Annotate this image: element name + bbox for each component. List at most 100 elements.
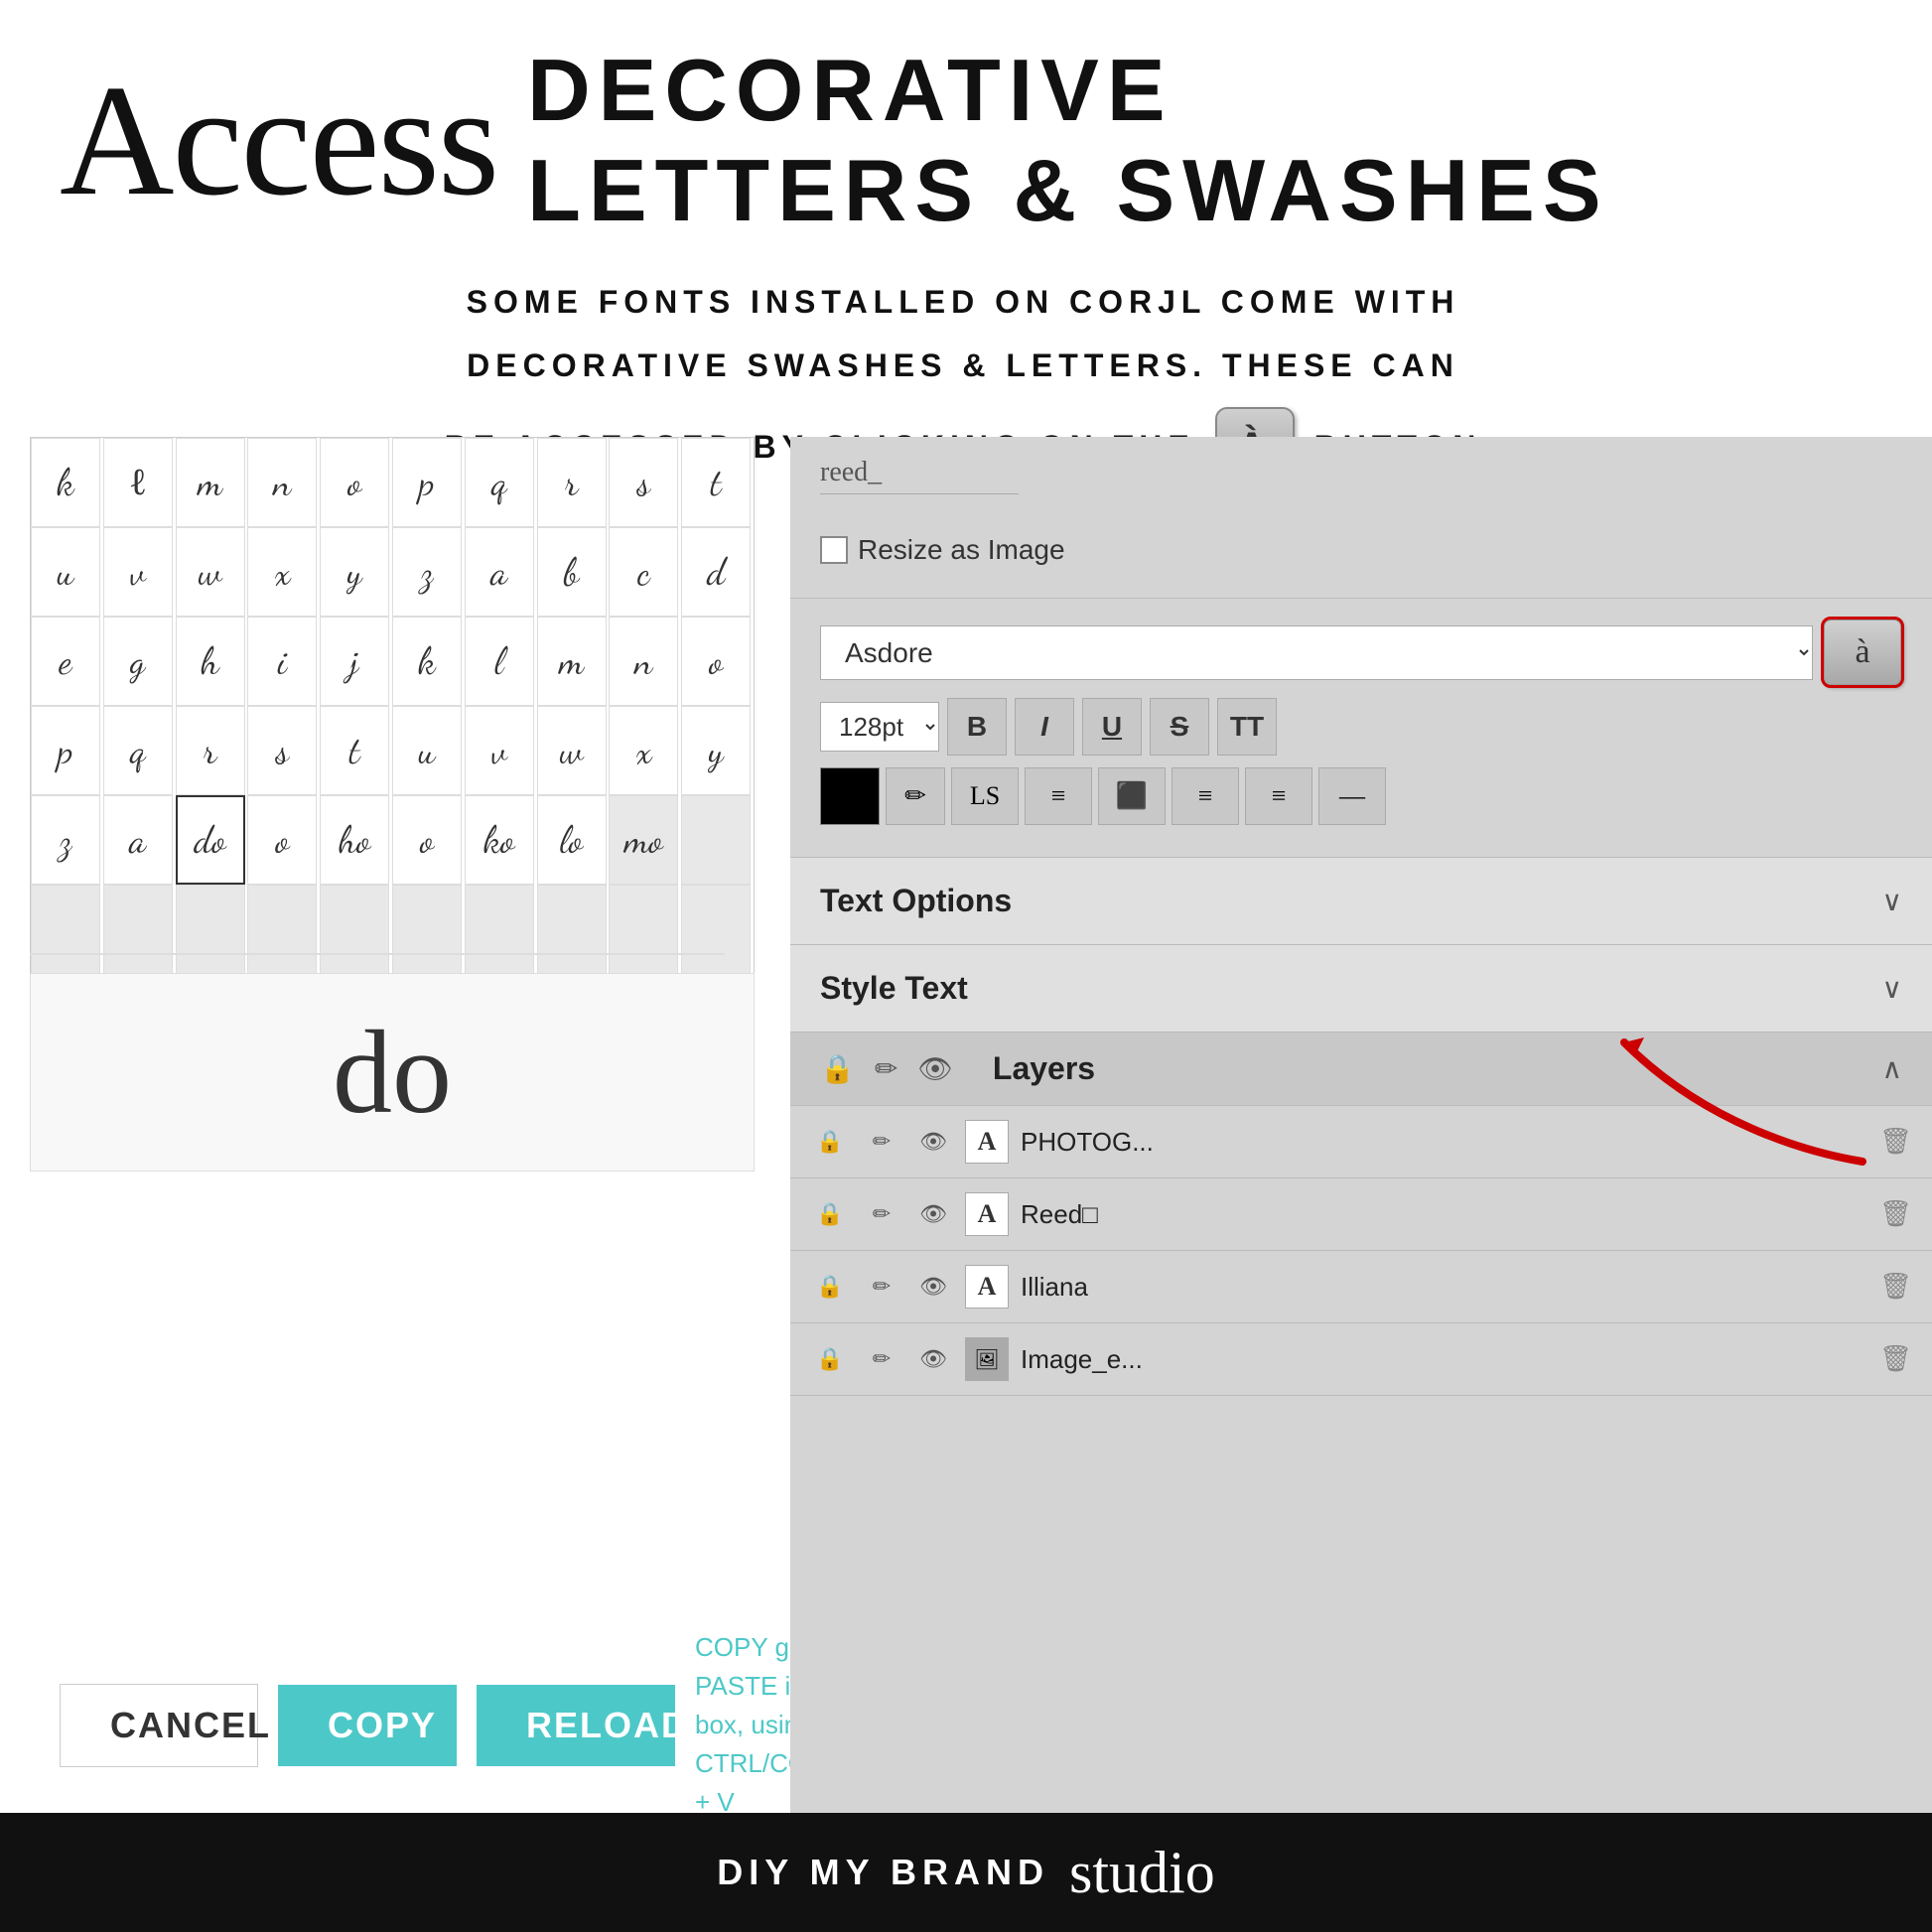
align-left-button[interactable]: ⬛ [1098,767,1166,825]
glyph-cell[interactable]: t [681,438,751,527]
glyph-panel-button[interactable]: à [1823,619,1902,686]
bold-button[interactable]: B [947,698,1007,756]
align-justify-button[interactable]: — [1318,767,1386,825]
glyph-cell[interactable]: ℓ [103,438,173,527]
glyph-cell[interactable]: n [247,438,317,527]
italic-button[interactable]: I [1015,698,1074,756]
glyph-cell[interactable]: s [247,706,317,795]
glyph-cell[interactable]: k [31,438,100,527]
glyph-cell [465,885,534,974]
glyph-cell[interactable]: t [320,706,389,795]
glyph-cell[interactable]: k [392,617,462,706]
glyph-cell[interactable]: u [392,706,462,795]
glyph-cell[interactable]: z [392,527,462,617]
glyph-cell[interactable]: o [392,795,462,885]
glyph-cell[interactable]: ko [465,795,534,885]
copy-button[interactable]: COPY [278,1685,457,1766]
glyph-cell[interactable]: g [103,617,173,706]
layer-eye-icon[interactable]: 👁 [913,1194,953,1234]
glyph-cell[interactable]: w [176,527,245,617]
glyph-cell[interactable]: a [465,527,534,617]
font-size-select[interactable]: 128pt [820,702,939,752]
glyph-cell[interactable]: r [176,706,245,795]
style-text-section[interactable]: Style Text ∨ [790,945,1932,1033]
glyph-cell-selected[interactable]: do [176,795,245,885]
layer-eye-icon[interactable]: 👁 [913,1267,953,1307]
glyph-cell[interactable]: c [609,527,678,617]
cancel-button[interactable]: CANCEL [60,1684,258,1767]
glyph-cell [320,885,389,974]
glyph-cell[interactable]: w [537,706,607,795]
layer-pencil-icon[interactable]: ✏ [862,1267,901,1307]
style-text-chevron: ∨ [1882,972,1903,1006]
layer-pencil-icon[interactable]: ✏ [862,1122,901,1162]
glyph-cell[interactable]: x [609,706,678,795]
glyph-cell[interactable]: d [681,527,751,617]
style-text-title: Style Text [820,970,968,1007]
glyph-cell[interactable]: y [320,527,389,617]
layer-lock-icon[interactable]: 🔒 [810,1267,850,1307]
layer-lock-icon[interactable]: 🔒 [810,1122,850,1162]
glyph-cell[interactable]: q [465,438,534,527]
glyph-cell[interactable]: e [31,617,100,706]
glyph-cell[interactable]: r [537,438,607,527]
glyph-cell[interactable]: o [320,438,389,527]
glyph-cell[interactable]: u [31,527,100,617]
footer-brand-text: DIY MY BRAND [717,1852,1049,1893]
layer-eye-icon[interactable]: 👁 [913,1122,953,1162]
layer-pencil-icon[interactable]: ✏ [862,1339,901,1379]
layer-name[interactable]: Reed□ [1021,1199,1867,1230]
reload-button[interactable]: RELOAD [477,1685,675,1766]
panel-search[interactable]: reed_ [820,457,1019,494]
glyph-cell[interactable]: l [465,617,534,706]
layer-lock-icon[interactable]: 🔒 [810,1194,850,1234]
strikethrough-button[interactable]: S [1150,698,1209,756]
glyph-cell[interactable]: i [247,617,317,706]
glyph-cell[interactable]: a [103,795,173,885]
glyph-cell[interactable]: j [320,617,389,706]
glyph-cell[interactable]: v [465,706,534,795]
layer-delete-icon[interactable]: 🗑 [1879,1272,1912,1302]
layer-delete-icon[interactable]: 🗑 [1879,1199,1912,1229]
color-swatch[interactable] [820,767,880,825]
line-spacing-button[interactable]: ≡ [1025,767,1092,825]
glyph-cell[interactable]: lo [537,795,607,885]
glyph-cell[interactable]: p [392,438,462,527]
glyph-cell[interactable]: p [31,706,100,795]
glyph-cell[interactable]: x [247,527,317,617]
layer-row: 🔒 ✏ 👁 A Reed□ 🗑 [790,1178,1932,1251]
glyph-cell[interactable]: h [176,617,245,706]
glyph-cell[interactable]: b [537,527,607,617]
glyph-cell[interactable]: y [681,706,751,795]
layer-name[interactable]: Illiana [1021,1272,1867,1303]
glyph-cell[interactable]: mo [609,795,678,885]
glyph-cell[interactable]: o [247,795,317,885]
align-center-button[interactable]: ≡ [1172,767,1239,825]
glyph-cell[interactable]: n [609,617,678,706]
layer-pencil-icon[interactable]: ✏ [862,1194,901,1234]
layers-chevron[interactable]: ∧ [1882,1052,1903,1086]
align-right-button[interactable]: ≡ [1245,767,1312,825]
glyph-cell[interactable]: q [103,706,173,795]
eyedropper-button[interactable]: ✏ [886,767,945,825]
tt-button[interactable]: TT [1217,698,1277,756]
font-select[interactable]: Asdore [820,625,1813,680]
glyph-cell[interactable]: s [609,438,678,527]
layer-lock-icon[interactable]: 🔒 [810,1339,850,1379]
glyph-cell[interactable]: z [31,795,100,885]
underline-button[interactable]: U [1082,698,1142,756]
resize-checkbox-label[interactable]: Resize as Image [820,534,1065,566]
glyph-cell[interactable]: v [103,527,173,617]
layer-delete-icon[interactable]: 🗑 [1879,1344,1912,1374]
text-options-section[interactable]: Text Options ∨ [790,858,1932,945]
glyph-cell[interactable]: ho [320,795,389,885]
glyph-cell [103,885,173,974]
ls-button[interactable]: LS [951,767,1019,825]
glyph-cell[interactable]: m [176,438,245,527]
glyph-cell[interactable]: o [681,617,751,706]
layer-eye-icon[interactable]: 👁 [913,1339,953,1379]
layer-delete-icon[interactable]: 🗑 [1879,1127,1912,1157]
layer-name[interactable]: Image_e... [1021,1344,1867,1375]
resize-checkbox[interactable] [820,536,848,564]
glyph-cell[interactable]: m [537,617,607,706]
